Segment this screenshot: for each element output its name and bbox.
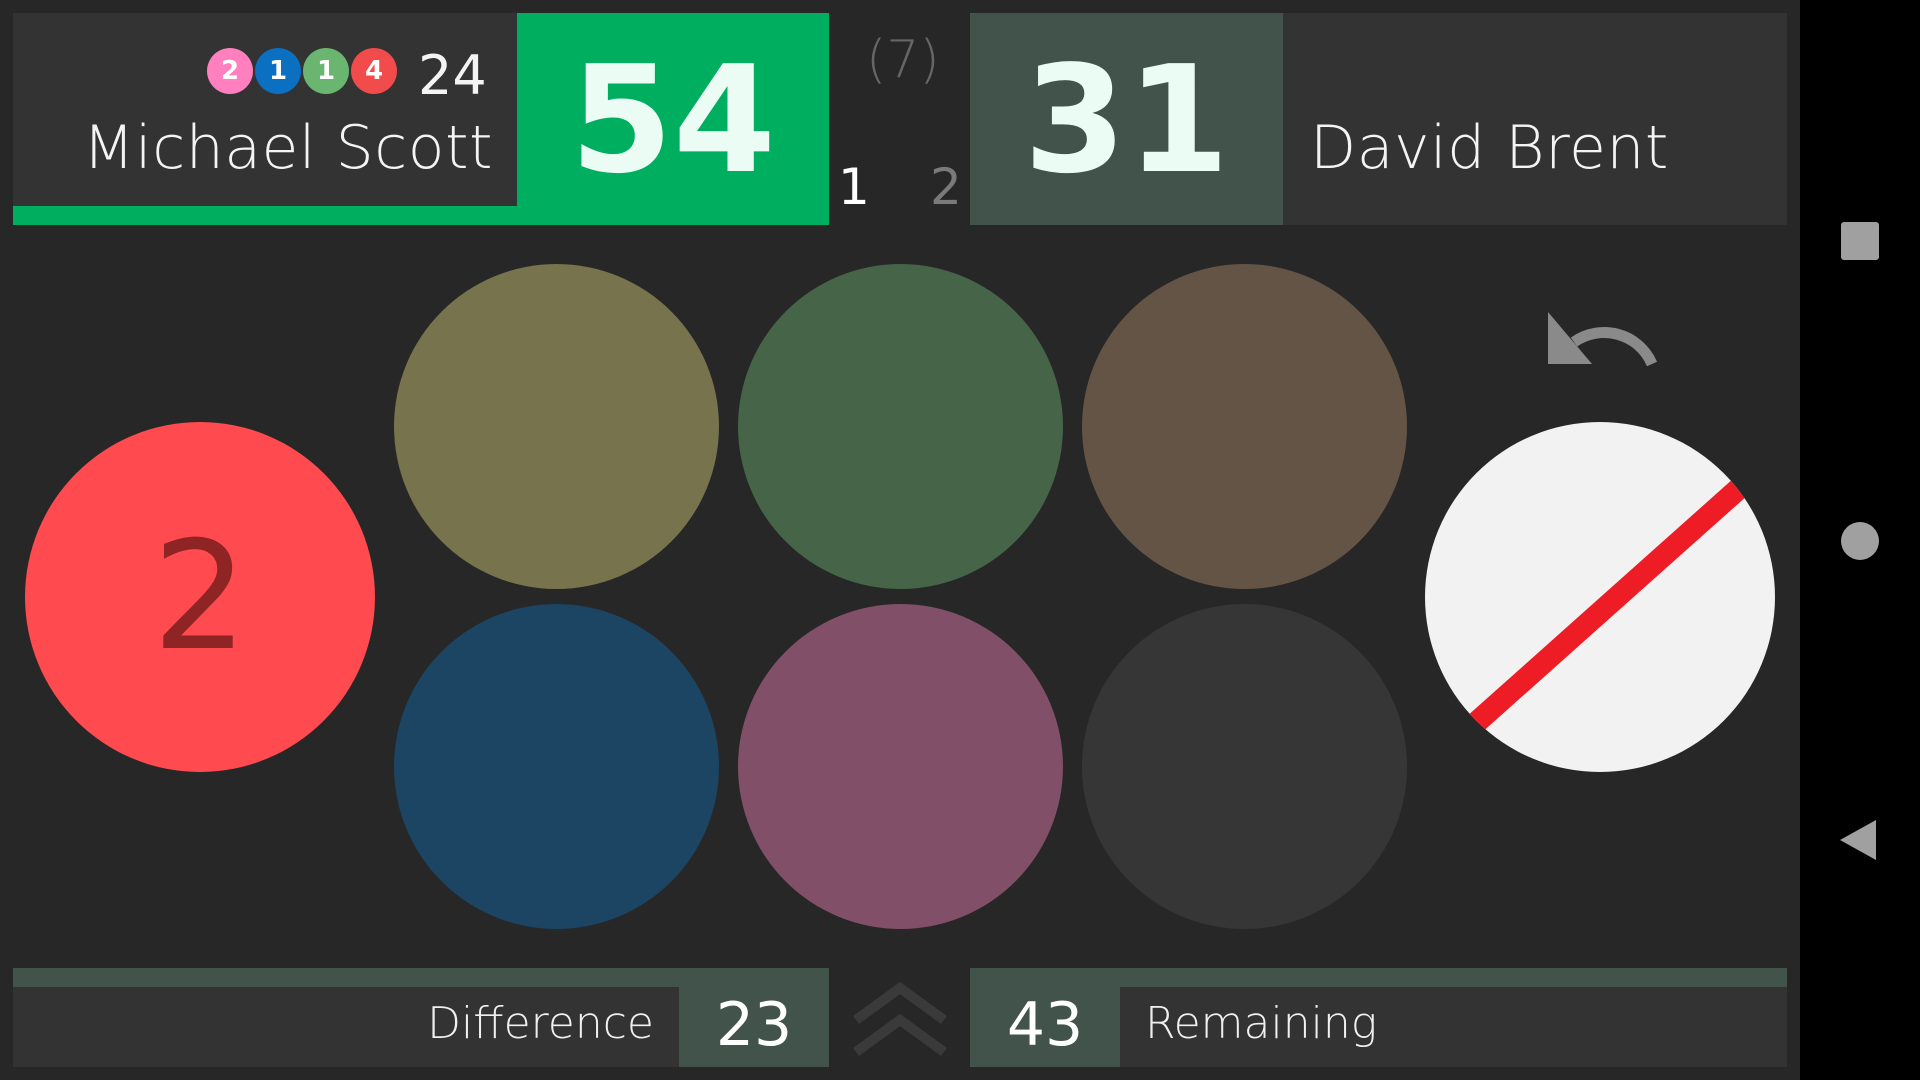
brown-ball-button[interactable] [1082,264,1407,589]
player1-frames-won: 1 [838,158,870,216]
pink-ball-button[interactable] [738,604,1063,929]
remaining-value: 43 [1006,990,1084,1060]
break-ball-1-label: 2 [220,56,240,86]
circle-icon[interactable] [1841,522,1879,560]
remaining-bar-top [970,968,1787,987]
green-ball-button[interactable] [738,264,1063,589]
player2-frames-won: 2 [930,158,962,216]
foul-ball-button[interactable] [1425,422,1775,772]
player2-score: 31 [1023,34,1230,206]
break-ball-3-label: 1 [316,56,336,86]
undo-icon[interactable] [1540,302,1660,382]
total-frames: (7) [866,30,940,90]
double-chevron-up-icon[interactable] [850,978,950,1058]
player1-name[interactable]: Michael Scott [83,113,493,183]
blue-ball-button[interactable] [394,604,719,929]
break-ball-1: 2 [207,48,253,94]
black-ball-button[interactable] [1082,604,1407,929]
break-ball-4-label: 4 [364,56,384,86]
difference-label: Difference [427,998,654,1049]
player1-break-total: 24 [418,44,487,107]
break-ball-4: 4 [351,48,397,94]
break-ball-2-label: 1 [268,56,288,86]
player2-name[interactable]: David Brent [1310,113,1669,183]
player1-score: 54 [570,34,776,206]
yellow-ball-button[interactable] [394,264,719,589]
difference-value: 23 [715,990,793,1060]
current-ball-button[interactable]: 2 [25,422,375,772]
break-ball-2: 1 [255,48,301,94]
break-ball-3: 1 [303,48,349,94]
foul-stripe-icon [1469,465,1763,731]
remaining-label: Remaining [1145,998,1378,1049]
back-triangle-icon[interactable] [1838,818,1878,862]
difference-bar-top [13,968,829,987]
square-icon[interactable] [1841,222,1879,260]
current-ball-label: 2 [152,510,248,684]
